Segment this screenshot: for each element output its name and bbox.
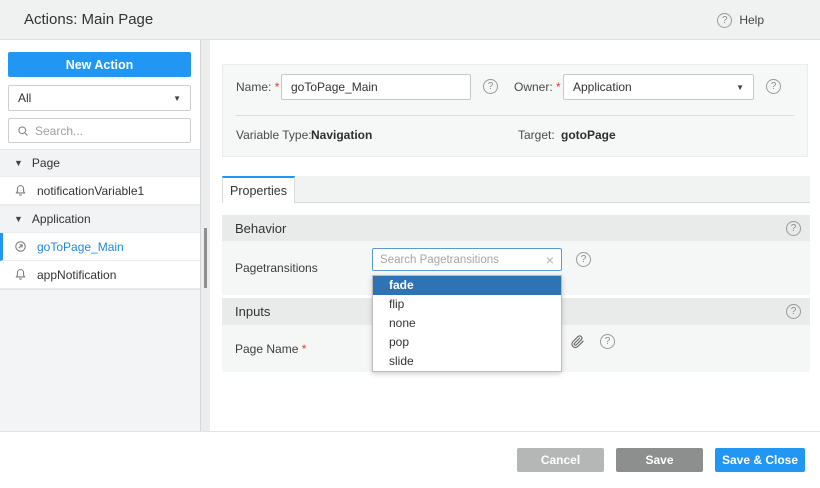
help-icon[interactable]: ? xyxy=(483,79,498,94)
tree-item-goToPage_Main[interactable]: goToPage_Main xyxy=(0,233,200,261)
chevron-down-icon: ▼ xyxy=(736,83,744,92)
type-target-row: Variable Type: Navigation Target: gotoPa… xyxy=(223,125,807,145)
notification-icon xyxy=(14,268,27,281)
variable-type-value: Navigation xyxy=(311,125,372,145)
tree-group-application[interactable]: ▼ Application xyxy=(0,205,200,233)
header-bar: Actions: Main Page ? Help xyxy=(0,0,820,40)
page-name-label: Page Name * xyxy=(235,342,306,356)
tree-group-label: Application xyxy=(32,212,91,226)
page-title: Actions: Main Page xyxy=(24,0,153,40)
panel-divider xyxy=(236,115,794,116)
pagetransitions-dropdown: fade flip none pop slide xyxy=(372,275,562,372)
target-label: Target: xyxy=(518,125,555,145)
vertical-scrollbar xyxy=(200,40,210,431)
owner-label: Owner: * xyxy=(514,74,561,100)
name-owner-row: Name: * ? Owner: * Application ▼ ? xyxy=(223,74,807,100)
scrollbar-thumb[interactable] xyxy=(204,228,207,288)
option-fade[interactable]: fade xyxy=(373,276,561,295)
expander-down-icon: ▼ xyxy=(14,158,23,168)
tree-group-label: Page xyxy=(32,156,60,170)
option-flip[interactable]: flip xyxy=(373,295,561,314)
name-label: Name: * xyxy=(236,74,279,100)
actions-sidebar: New Action All ▼ ▼ Page xyxy=(0,40,200,431)
actions-editor-window: Actions: Main Page ? Help New Action All… xyxy=(0,0,820,488)
help-icon[interactable]: ? xyxy=(600,334,615,349)
action-summary-panel: Name: * ? Owner: * Application ▼ ? Varia… xyxy=(222,64,808,157)
filter-value: All xyxy=(18,91,173,105)
help-label: Help xyxy=(739,13,764,27)
tab-properties[interactable]: Properties xyxy=(222,176,295,203)
clear-icon[interactable]: × xyxy=(546,253,554,267)
required-marker: * xyxy=(275,80,280,94)
cancel-button[interactable]: Cancel xyxy=(517,448,604,472)
expander-down-icon: ▼ xyxy=(14,214,23,224)
help-icon[interactable]: ? xyxy=(786,221,801,236)
help-icon: ? xyxy=(717,13,732,28)
actions-tree: ▼ Page notificationVariable1 ▼ Applicati… xyxy=(0,149,200,289)
pagetransitions-label: Pagetransitions xyxy=(235,261,318,275)
search-icon xyxy=(17,125,29,137)
required-marker: * xyxy=(556,80,561,94)
owner-value: Application xyxy=(573,80,736,94)
pagetransitions-search-input[interactable] xyxy=(380,254,546,266)
save-button[interactable]: Save xyxy=(616,448,703,472)
tab-bar: Properties xyxy=(222,176,810,203)
chevron-down-icon: ▼ xyxy=(173,94,181,103)
save-and-close-button[interactable]: Save & Close xyxy=(715,448,805,472)
variable-type-label: Variable Type: xyxy=(236,125,312,145)
option-pop[interactable]: pop xyxy=(373,333,561,352)
help-link[interactable]: ? Help xyxy=(717,0,764,40)
help-icon[interactable]: ? xyxy=(576,252,591,267)
tree-item-label: notificationVariable1 xyxy=(37,184,144,198)
notification-icon xyxy=(14,184,27,197)
pagetransitions-search: × xyxy=(372,248,562,271)
sidebar-search xyxy=(8,118,191,143)
sidebar-filler xyxy=(0,289,200,431)
footer-bar: Cancel Save Save & Close xyxy=(0,431,820,488)
tree-item-label: goToPage_Main xyxy=(37,240,124,254)
link-icon[interactable] xyxy=(570,334,585,349)
behavior-title: Behavior xyxy=(235,221,786,236)
tree-item-label: appNotification xyxy=(37,268,116,282)
help-icon[interactable]: ? xyxy=(766,79,781,94)
sidebar-search-input[interactable] xyxy=(35,124,182,138)
owner-select[interactable]: Application ▼ xyxy=(563,74,754,100)
behavior-section-header: Behavior ? xyxy=(222,215,810,241)
filter-select[interactable]: All ▼ xyxy=(8,85,191,111)
option-none[interactable]: none xyxy=(373,314,561,333)
help-icon[interactable]: ? xyxy=(786,304,801,319)
goto-page-icon xyxy=(14,240,27,253)
required-marker: * xyxy=(302,342,307,356)
tree-item-notificationVariable1[interactable]: notificationVariable1 xyxy=(0,177,200,205)
new-action-button[interactable]: New Action xyxy=(8,52,191,77)
tree-group-page[interactable]: ▼ Page xyxy=(0,149,200,177)
name-field[interactable] xyxy=(281,74,471,100)
action-detail-pane: Name: * ? Owner: * Application ▼ ? Varia… xyxy=(210,40,820,431)
target-value: gotoPage xyxy=(561,125,616,145)
tree-item-appNotification[interactable]: appNotification xyxy=(0,261,200,289)
option-slide[interactable]: slide xyxy=(373,352,561,371)
